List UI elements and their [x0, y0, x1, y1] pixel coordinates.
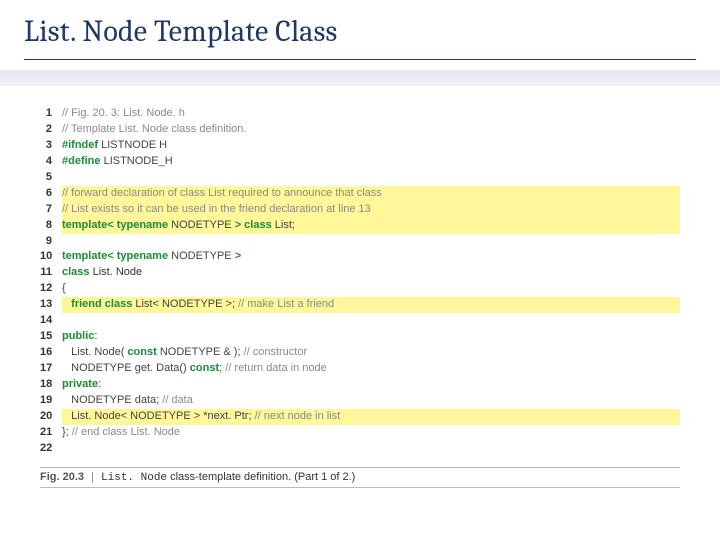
line-number: 2	[40, 122, 62, 138]
code-line: 15public:	[40, 329, 680, 345]
code-line: 3#ifndef LISTNODE H	[40, 138, 680, 154]
line-number: 8	[40, 218, 62, 234]
page-title: List. Node Template Class	[24, 14, 696, 49]
line-number: 1	[40, 106, 62, 122]
code-line: 12{	[40, 281, 680, 297]
line-number: 18	[40, 377, 62, 393]
code-text: #ifndef LISTNODE H	[62, 138, 680, 154]
code-line: 13 friend class List< NODETYPE >; // mak…	[40, 297, 680, 313]
code-line: 8template< typename NODETYPE > class Lis…	[40, 218, 680, 234]
figure-label: Fig. 20.3	[40, 471, 84, 483]
line-number: 14	[40, 313, 62, 329]
code-text: List. Node( const NODETYPE & ); // const…	[62, 345, 680, 361]
caption-post: class-template definition. (Part 1 of 2.…	[167, 471, 355, 483]
line-number: 22	[40, 441, 62, 457]
code-text: // Template List. Node class definition.	[62, 122, 680, 138]
line-number: 12	[40, 281, 62, 297]
code-line: 17 NODETYPE get. Data() const; // return…	[40, 361, 680, 377]
line-number: 3	[40, 138, 62, 154]
code-line: 5	[40, 170, 680, 186]
code-line: 2// Template List. Node class definition…	[40, 122, 680, 138]
code-line: 9	[40, 234, 680, 250]
code-text	[62, 313, 680, 329]
code-line: 11class List. Node	[40, 265, 680, 281]
code-text: class List. Node	[62, 265, 680, 281]
line-number: 10	[40, 249, 62, 265]
line-number: 5	[40, 170, 62, 186]
code-line: 16 List. Node( const NODETYPE & ); // co…	[40, 345, 680, 361]
caption-mono: List. Node	[101, 472, 167, 484]
line-number: 17	[40, 361, 62, 377]
code-line: 14	[40, 313, 680, 329]
code-text: template< typename NODETYPE > class List…	[62, 218, 680, 234]
code-line: 1// Fig. 20. 3: List. Node. h	[40, 106, 680, 122]
code-text: template< typename NODETYPE >	[62, 249, 680, 265]
line-number: 6	[40, 186, 62, 202]
title-wrap: List. Node Template Class	[0, 0, 720, 57]
code-text: private:	[62, 377, 680, 393]
line-number: 7	[40, 202, 62, 218]
code-text: NODETYPE get. Data() const; // return da…	[62, 361, 680, 377]
code-line: 21}; // end class List. Node	[40, 425, 680, 441]
code-text	[62, 234, 680, 250]
line-number: 16	[40, 345, 62, 361]
code-text: #define LISTNODE_H	[62, 154, 680, 170]
caption-separator: |	[87, 471, 98, 483]
code-text: List. Node< NODETYPE > *next. Ptr; // ne…	[62, 409, 680, 425]
line-number: 9	[40, 234, 62, 250]
code-line: 19 NODETYPE data; // data	[40, 393, 680, 409]
code-text: NODETYPE data; // data	[62, 393, 680, 409]
code-text: // List exists so it can be used in the …	[62, 202, 680, 218]
line-number: 11	[40, 265, 62, 281]
code-text: friend class List< NODETYPE >; // make L…	[62, 297, 680, 313]
line-number: 19	[40, 393, 62, 409]
code-line: 4#define LISTNODE_H	[40, 154, 680, 170]
gradient-band	[0, 70, 720, 86]
code-text: public:	[62, 329, 680, 345]
code-text: {	[62, 281, 680, 297]
code-text	[62, 441, 680, 457]
code-line: 7// List exists so it can be used in the…	[40, 202, 680, 218]
code-text	[62, 170, 680, 186]
code-line: 20 List. Node< NODETYPE > *next. Ptr; //…	[40, 409, 680, 425]
line-number: 21	[40, 425, 62, 441]
line-number: 15	[40, 329, 62, 345]
title-underline	[24, 59, 696, 60]
line-number: 13	[40, 297, 62, 313]
line-number: 20	[40, 409, 62, 425]
code-text: }; // end class List. Node	[62, 425, 680, 441]
code-line: 6// forward declaration of class List re…	[40, 186, 680, 202]
code-listing: 1// Fig. 20. 3: List. Node. h2// Templat…	[40, 106, 680, 457]
figure-caption: Fig. 20.3 | List. Node class-template de…	[40, 467, 680, 488]
code-text: // forward declaration of class List req…	[62, 186, 680, 202]
code-line: 18private:	[40, 377, 680, 393]
code-text: // Fig. 20. 3: List. Node. h	[62, 106, 680, 122]
line-number: 4	[40, 154, 62, 170]
code-line: 10template< typename NODETYPE >	[40, 249, 680, 265]
code-line: 22	[40, 441, 680, 457]
